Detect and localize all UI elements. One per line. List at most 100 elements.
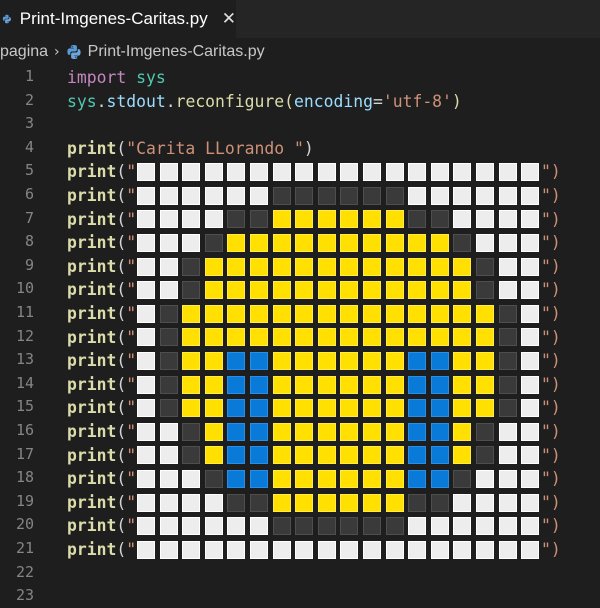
code-editor[interactable]: 1 2 3 4 5 6 7 8 9 10 11 12 13 14 15 16 17 18 19 20 21 22 23 im… xyxy=(0,66,600,604)
yellow-square xyxy=(430,234,449,252)
line-number: 3 xyxy=(24,114,34,133)
title-string: "Carita LLorando " xyxy=(126,138,304,158)
print-keyword: print xyxy=(67,280,117,300)
line-number: 11 xyxy=(15,303,34,321)
code-line-print-row[interactable]: print(" xyxy=(67,373,136,397)
code-line-print-row[interactable]: print(" xyxy=(67,302,136,326)
white-square xyxy=(453,540,472,559)
code-line-print-row[interactable]: print(" xyxy=(67,326,136,350)
yellow-square xyxy=(408,328,427,347)
black-square xyxy=(430,493,449,512)
code-line-title-print[interactable]: print("Carita LLorando ") xyxy=(67,137,314,161)
white-square xyxy=(137,540,155,559)
yellow-square xyxy=(385,422,404,441)
black-square xyxy=(476,281,494,300)
quote: " xyxy=(126,374,137,394)
white-square xyxy=(182,470,201,488)
yellow-square xyxy=(363,328,381,347)
white-square xyxy=(137,328,155,347)
print-keyword: print xyxy=(67,186,117,205)
print-row-close: ") xyxy=(541,514,561,538)
white-square xyxy=(453,163,472,182)
white-square xyxy=(204,517,223,536)
yellow-square xyxy=(317,234,336,252)
code-line-print-row[interactable]: print(" xyxy=(67,278,136,302)
yellow-square xyxy=(227,234,246,252)
line-number: 19 xyxy=(15,491,34,510)
yellow-square xyxy=(250,304,268,323)
blue-square xyxy=(250,399,268,418)
quote: " xyxy=(126,162,137,182)
white-square xyxy=(498,493,517,512)
quote: " xyxy=(126,233,137,253)
yellow-square xyxy=(363,281,381,300)
black-square xyxy=(204,470,223,488)
yellow-square xyxy=(272,328,291,347)
paren-open: ( xyxy=(116,492,127,512)
close-icon[interactable]: ✕ xyxy=(222,9,236,29)
white-square xyxy=(453,517,472,536)
white-square xyxy=(182,163,201,182)
print-keyword: print xyxy=(67,138,117,158)
yellow-square xyxy=(363,470,381,488)
code-line-print-row[interactable]: print(" xyxy=(67,255,136,279)
white-square xyxy=(521,517,540,536)
code-line-print-row[interactable]: print(" xyxy=(67,514,136,538)
print-row-close: ") xyxy=(541,373,561,397)
white-square xyxy=(498,470,517,488)
breadcrumb-file[interactable]: Print-Imgenes-Caritas.py xyxy=(88,43,265,61)
code-line-print-row[interactable]: print(" xyxy=(67,491,136,515)
quote: " xyxy=(126,256,137,276)
closing-quote-paren: ") xyxy=(541,540,561,559)
white-square xyxy=(159,234,178,252)
editor-tab[interactable]: Print-Imgenes-Caritas.py ✕ xyxy=(0,0,236,38)
code-line-print-row[interactable]: print(" xyxy=(67,184,136,208)
yellow-square xyxy=(295,470,314,488)
blue-square xyxy=(250,422,268,441)
yellow-square xyxy=(250,234,268,252)
white-square xyxy=(227,517,246,536)
white-square xyxy=(159,446,178,465)
code-line-print-row[interactable]: print(" xyxy=(67,160,136,184)
yellow-square xyxy=(340,234,359,252)
closing-quote-paren: ") xyxy=(541,492,561,512)
white-square xyxy=(159,186,178,205)
blue-square xyxy=(430,375,449,394)
yellow-square xyxy=(295,352,314,370)
white-square xyxy=(340,163,359,182)
blue-square xyxy=(250,375,268,394)
line-number: 4 xyxy=(24,137,34,156)
print-row-close: ") xyxy=(541,208,561,232)
code-line-import[interactable]: import sys xyxy=(67,66,166,90)
code-line-print-row[interactable]: print(" xyxy=(67,396,136,420)
yellow-square xyxy=(272,399,291,418)
code-line-print-row[interactable]: print(" xyxy=(67,349,136,373)
white-square xyxy=(250,186,268,205)
yellow-square xyxy=(453,399,472,418)
code-line-print-row[interactable]: print(" xyxy=(67,444,136,468)
yellow-square xyxy=(317,422,336,441)
code-line-print-row[interactable]: print(" xyxy=(67,208,136,232)
white-square xyxy=(521,470,540,488)
yellow-square xyxy=(476,375,494,394)
black-square xyxy=(182,446,201,465)
white-square xyxy=(430,517,449,536)
breadcrumb-folder[interactable]: pagina xyxy=(0,43,48,61)
closing-quote-paren: ") xyxy=(541,162,561,182)
black-square xyxy=(408,493,427,512)
quote: " xyxy=(126,186,137,205)
code-line-print-row[interactable]: print(" xyxy=(67,420,136,444)
yellow-square xyxy=(227,257,246,276)
code-line-print-row[interactable]: print(" xyxy=(67,538,136,562)
black-square xyxy=(317,186,336,205)
code-line-print-row[interactable]: print(" xyxy=(67,231,136,255)
black-square xyxy=(272,517,291,536)
yellow-square xyxy=(363,422,381,441)
line-number: 14 xyxy=(15,373,34,392)
white-square xyxy=(137,210,155,229)
paren-open: ( xyxy=(116,186,127,205)
code-line-print-row[interactable]: print(" xyxy=(67,467,136,491)
white-square xyxy=(521,186,540,205)
yellow-square xyxy=(317,493,336,512)
code-line-reconfigure[interactable]: sys.stdout.reconfigure(encoding='utf-8') xyxy=(67,90,462,114)
